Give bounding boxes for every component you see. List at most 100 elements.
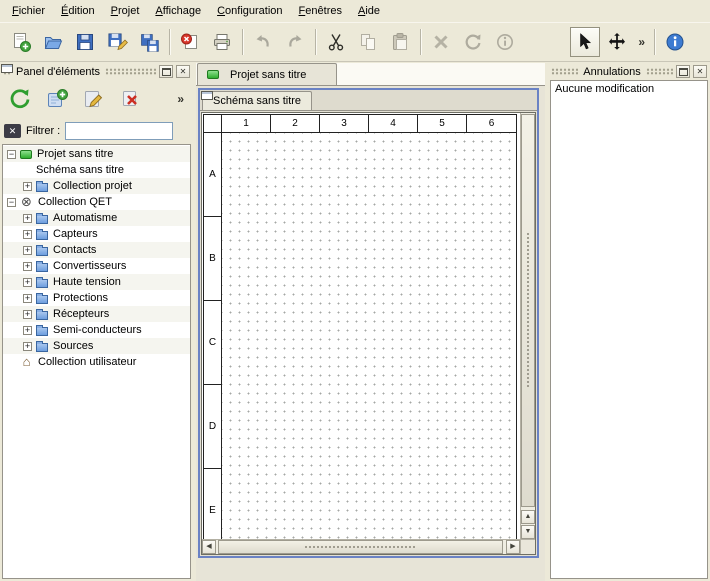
tree-item-convertisseurs[interactable]: + Convertisseurs [3, 258, 190, 274]
scroll-left-button[interactable]: ◀ [202, 540, 216, 554]
new-document-button[interactable] [6, 27, 36, 57]
elements-panel-titlebar[interactable]: Panel d'éléments ✕ [0, 63, 193, 80]
close-file-button[interactable] [175, 27, 205, 57]
close-dock-button[interactable]: ✕ [693, 65, 707, 78]
folder-icon [36, 311, 48, 320]
edit-element-button[interactable] [78, 83, 110, 115]
panel-overflow-button[interactable]: » [172, 92, 189, 106]
delete-element-button[interactable] [115, 83, 147, 115]
tree-item-recepteurs[interactable]: + Récepteurs [3, 306, 190, 322]
column-ruler-cell: 3 [320, 115, 369, 133]
collapse-icon[interactable]: − [7, 198, 16, 207]
vertical-scrollbar-thumb[interactable] [521, 114, 535, 507]
save-all-button[interactable] [134, 27, 164, 57]
tree-item-collection-utilisateur[interactable]: ⌂ Collection utilisateur [3, 354, 190, 370]
tree-item-collection-projet[interactable]: + Collection projet [3, 178, 190, 194]
cut-button[interactable] [321, 27, 351, 57]
rotate-button[interactable] [458, 27, 488, 57]
print-button[interactable] [207, 27, 237, 57]
delete-button[interactable] [426, 27, 456, 57]
element-info-button[interactable] [490, 27, 520, 57]
scroll-right-button[interactable]: ▶ [506, 540, 520, 554]
save-button[interactable] [70, 27, 100, 57]
folder-icon [36, 247, 48, 256]
tree-item-protections[interactable]: + Protections [3, 290, 190, 306]
copy-pages-icon [357, 31, 379, 53]
new-element-button[interactable] [41, 83, 73, 115]
drag-mode-button[interactable] [602, 27, 632, 57]
tree-item-contacts[interactable]: + Contacts [3, 242, 190, 258]
tree-item-schema-sans-titre[interactable]: Schéma sans titre [3, 162, 190, 178]
undo-panel-titlebar[interactable]: Annulations ✕ [548, 63, 710, 80]
folder-icon [36, 343, 48, 352]
filter-input[interactable] [65, 122, 173, 140]
clipboard-icon [389, 31, 411, 53]
tree-item-semi-conducteurs[interactable]: + Semi-conducteurs [3, 322, 190, 338]
project-icon [20, 150, 32, 159]
open-project-button[interactable] [38, 27, 68, 57]
expand-icon[interactable]: + [23, 246, 32, 255]
menu-aide[interactable]: Aide [350, 2, 388, 20]
expand-icon[interactable]: + [23, 230, 32, 239]
tree-item-projet-sans-titre[interactable]: − Projet sans titre [3, 146, 190, 162]
expand-icon[interactable]: + [23, 214, 32, 223]
expand-icon[interactable]: + [23, 278, 32, 287]
menu-affichage[interactable]: Affichage [147, 2, 209, 20]
selection-mode-button[interactable] [570, 27, 600, 57]
save-as-button[interactable] [102, 27, 132, 57]
diagram-viewport[interactable]: 1 2 3 4 5 6 A B C [202, 113, 520, 539]
expand-icon[interactable]: + [23, 310, 32, 319]
folder-icon [36, 215, 48, 224]
menu-projet[interactable]: Projet [103, 2, 148, 20]
tab-projet-sans-titre[interactable]: Projet sans titre [197, 63, 337, 85]
vertical-scrollbar[interactable]: ▲ ▼ [520, 113, 535, 539]
menu-fichier[interactable]: Fichier [4, 2, 53, 20]
horizontal-scrollbar-thumb[interactable] [218, 540, 503, 554]
scroll-up-button[interactable]: ▲ [521, 510, 535, 524]
schema-icon [201, 91, 213, 100]
menu-configuration[interactable]: Configuration [209, 2, 290, 20]
project-icon [207, 70, 219, 79]
tree-item-automatisme[interactable]: + Automatisme [3, 210, 190, 226]
reload-collections-button[interactable] [4, 83, 36, 115]
expand-icon[interactable]: + [23, 182, 32, 191]
toolbar-overflow-button[interactable]: » [633, 35, 650, 49]
undo-button[interactable] [248, 27, 278, 57]
qelectrotech-window: Fichier Édition Projet Affichage Configu… [0, 0, 710, 581]
expand-icon[interactable]: + [23, 294, 32, 303]
diagram-view: 1 2 3 4 5 6 A B C [201, 112, 536, 555]
menu-edition[interactable]: Édition [53, 2, 103, 20]
float-dock-button[interactable] [676, 65, 690, 78]
tree-item-haute-tension[interactable]: + Haute tension [3, 274, 190, 290]
float-icon [162, 68, 171, 76]
diagram-sheet[interactable]: 1 2 3 4 5 6 A B C [203, 114, 517, 539]
close-dock-button[interactable]: ✕ [176, 65, 190, 78]
elements-tree: − Projet sans titre Schéma sans titre + … [2, 144, 191, 579]
expand-icon[interactable]: + [23, 262, 32, 271]
dock-grip [551, 68, 578, 75]
close-file-icon [179, 31, 201, 53]
filter-clear-button[interactable]: ✕ [4, 124, 21, 138]
paste-button[interactable] [385, 27, 415, 57]
float-dock-button[interactable] [159, 65, 173, 78]
collapse-icon[interactable]: − [7, 150, 16, 159]
expand-icon[interactable]: + [23, 342, 32, 351]
copy-button[interactable] [353, 27, 383, 57]
tree-item-collection-qet[interactable]: − ⊗ Collection QET [3, 194, 190, 210]
tree-item-sources[interactable]: + Sources [3, 338, 190, 354]
about-qet-button[interactable] [660, 27, 690, 57]
horizontal-scrollbar[interactable]: ◀ ▶ [202, 539, 520, 554]
menu-fenetres[interactable]: Fenêtres [291, 2, 350, 20]
scroll-down-button[interactable]: ▼ [521, 525, 535, 539]
tree-item-capteurs[interactable]: + Capteurs [3, 226, 190, 242]
expand-icon[interactable]: + [23, 326, 32, 335]
diagram-grid[interactable] [222, 133, 516, 539]
folder-icon [36, 263, 48, 272]
toolbar-separator [654, 29, 655, 55]
row-ruler-cell: E [204, 469, 221, 539]
undo-history-list[interactable]: Aucune modification [550, 80, 708, 579]
cursor-arrow-icon [574, 31, 596, 53]
tree-item-label: Protections [53, 292, 108, 304]
redo-button[interactable] [280, 27, 310, 57]
tab-schema-sans-titre[interactable]: Schéma sans titre [202, 91, 312, 110]
